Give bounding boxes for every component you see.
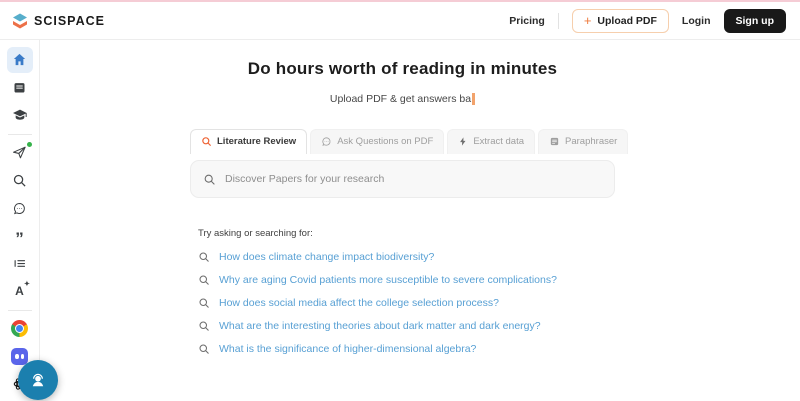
typing-cursor xyxy=(472,93,476,105)
suggestion-item[interactable]: What are the interesting theories about … xyxy=(198,320,615,332)
suggestions-heading: Try asking or searching for: xyxy=(198,228,313,239)
app-header: SCISPACE Pricing + Upload PDF Login Sign… xyxy=(0,2,800,40)
suggestion-item[interactable]: What is the significance of higher-dimen… xyxy=(198,343,615,355)
graduation-cap-icon xyxy=(12,109,27,120)
search-icon xyxy=(204,174,215,185)
upload-pdf-button[interactable]: + Upload PDF xyxy=(571,8,669,33)
main-area: Do hours worth of reading in minutes Upl… xyxy=(40,40,800,399)
scispace-logo-icon xyxy=(13,13,27,28)
search-icon xyxy=(202,137,212,147)
suggestion-item[interactable]: How does climate change impact biodivers… xyxy=(198,251,615,263)
chat-bubble-icon xyxy=(322,137,331,146)
tab-ask-questions-on-pdf[interactable]: Ask Questions on PDF xyxy=(310,129,445,154)
search-icon xyxy=(199,344,209,354)
login-link[interactable]: Login xyxy=(682,15,711,27)
logo-text: SCISPACE xyxy=(34,13,105,28)
pricing-link[interactable]: Pricing xyxy=(509,15,545,27)
search-icon xyxy=(199,275,209,285)
sidebar-item-library[interactable] xyxy=(7,75,33,101)
suggestion-item[interactable]: Why are aging Covid patients more suscep… xyxy=(198,274,615,286)
lightning-bolt-icon xyxy=(460,137,466,146)
typing-tagline: Upload PDF & get answers ba xyxy=(190,93,615,105)
home-icon xyxy=(13,54,26,66)
search-icon xyxy=(199,252,209,262)
library-icon xyxy=(14,83,25,93)
sidebar-item-chat[interactable] xyxy=(7,195,33,221)
signup-button[interactable]: Sign up xyxy=(723,8,786,33)
sidebar-item-learn[interactable] xyxy=(7,102,33,128)
support-chat-button[interactable] xyxy=(18,360,58,400)
suggestion-item[interactable]: How does social media affect the college… xyxy=(198,297,615,309)
suggestion-list: How does climate change impact biodivers… xyxy=(198,251,615,355)
scispace-logo[interactable]: SCISPACE xyxy=(12,13,105,29)
sidebar-item-chrome-extension[interactable] xyxy=(7,316,33,342)
sidebar-item-ai-writer[interactable]: A ✦ xyxy=(7,278,33,304)
paper-plane-icon xyxy=(13,146,26,159)
sidebar-divider xyxy=(7,310,32,312)
sidebar-item-citations[interactable]: ” xyxy=(7,223,33,249)
page-title: Do hours worth of reading in minutes xyxy=(247,59,558,78)
document-icon xyxy=(550,137,559,146)
search-icon xyxy=(199,321,209,331)
chrome-icon xyxy=(11,320,28,338)
support-agent-icon xyxy=(32,373,44,387)
sidebar-divider xyxy=(7,134,32,135)
discover-search-icon xyxy=(13,174,26,187)
search-icon xyxy=(199,298,209,308)
outline-list-icon xyxy=(14,260,26,267)
header-divider xyxy=(557,12,559,29)
chat-bubble-icon xyxy=(13,202,25,214)
plus-icon: + xyxy=(583,12,592,28)
citation-quote-icon: ” xyxy=(15,229,24,249)
tab-paraphraser[interactable]: Paraphraser xyxy=(538,129,629,154)
sidebar-item-outline[interactable] xyxy=(7,251,33,277)
ai-writer-icon: A ✦ xyxy=(15,281,30,299)
tab-literature-review[interactable]: Literature Review xyxy=(190,129,308,154)
sidebar-item-discover[interactable] xyxy=(7,168,33,194)
sidebar-item-home[interactable] xyxy=(6,47,33,73)
search-input[interactable] xyxy=(225,173,602,185)
paper-search-box[interactable] xyxy=(190,160,615,198)
tab-extract-data[interactable]: Extract data xyxy=(447,129,536,154)
notification-dot xyxy=(26,142,32,147)
sidebar-item-submissions[interactable] xyxy=(7,140,33,166)
upload-pdf-label: Upload PDF xyxy=(597,14,657,27)
discord-icon xyxy=(11,348,28,366)
tool-sidebar: ” A ✦ xyxy=(0,40,40,399)
mode-tabs: Literature Review Ask Questions on PDF E… xyxy=(190,129,629,154)
